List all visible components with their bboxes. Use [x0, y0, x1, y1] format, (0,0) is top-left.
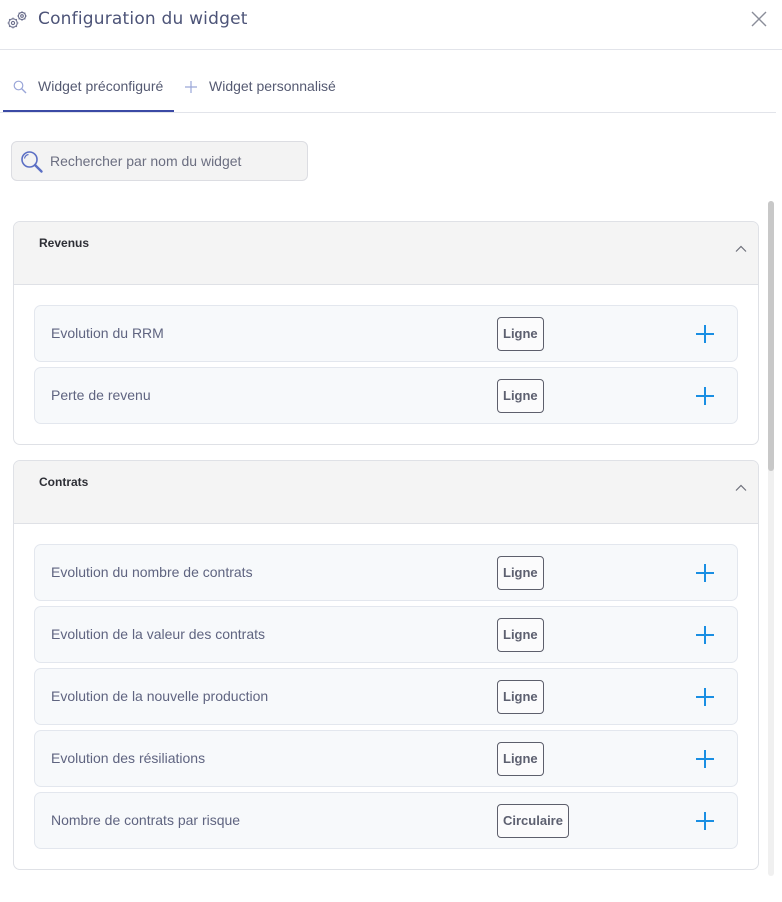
section-title: Contrats — [39, 475, 89, 489]
section-revenus: Revenus Evolution du RRM Ligne Perte de … — [13, 221, 759, 445]
widget-type-badge: Circulaire — [497, 804, 569, 838]
chevron-up-icon[interactable] — [734, 481, 748, 495]
gears-icon — [7, 11, 27, 29]
widget-type-badge: Ligne — [497, 618, 544, 652]
widget-name: Evolution de la nouvelle production — [51, 688, 269, 704]
list-item: Evolution des résiliations Ligne — [34, 730, 738, 787]
list-item: Nombre de contrats par risque Circulaire — [34, 792, 738, 849]
section-header[interactable]: Contrats — [14, 461, 758, 524]
tab-bar: Widget préconfiguré Widget personnalisé — [0, 50, 776, 113]
add-icon[interactable] — [693, 561, 717, 585]
list-item: Evolution de la nouvelle production Lign… — [34, 668, 738, 725]
section-title: Revenus — [39, 236, 90, 250]
plus-icon — [185, 81, 197, 93]
add-icon[interactable] — [693, 747, 717, 771]
search-box — [11, 141, 308, 181]
add-icon[interactable] — [693, 685, 717, 709]
widget-type-badge: Ligne — [497, 556, 544, 590]
add-icon[interactable] — [693, 384, 717, 408]
widget-type-badge: Ligne — [497, 680, 544, 714]
widget-name: Perte de revenu — [51, 387, 151, 403]
widget-type-badge: Ligne — [497, 317, 544, 351]
dialog-header: Configuration du widget — [0, 0, 782, 50]
tab-custom[interactable]: Widget personnalisé — [184, 78, 336, 112]
widget-type-badge: Ligne — [497, 742, 544, 776]
widget-name: Nombre de contrats par risque — [51, 812, 241, 828]
list-item: Evolution du RRM Ligne — [34, 305, 738, 362]
widget-name: Evolution de la valeur des contrats — [51, 626, 266, 642]
widget-type-badge: Ligne — [497, 379, 544, 413]
add-icon[interactable] — [693, 623, 717, 647]
scrollbar[interactable] — [768, 201, 774, 876]
list-item: Evolution de la valeur des contrats Lign… — [34, 606, 738, 663]
tab-preconfigured[interactable]: Widget préconfiguré — [3, 78, 174, 112]
widget-name: Evolution du nombre de contrats — [51, 564, 253, 580]
dialog-title: Configuration du widget — [38, 9, 248, 29]
tab-custom-label: Widget personnalisé — [209, 78, 336, 94]
section-header[interactable]: Revenus — [14, 222, 758, 285]
list-item: Perte de revenu Ligne — [34, 367, 738, 424]
scrollbar-thumb[interactable] — [768, 201, 774, 471]
chevron-up-icon[interactable] — [734, 242, 748, 256]
add-icon[interactable] — [693, 322, 717, 346]
list-item: Evolution du nombre de contrats Ligne — [34, 544, 738, 601]
add-icon[interactable] — [693, 809, 717, 833]
search-icon — [13, 80, 27, 94]
tab-preconfigured-label: Widget préconfiguré — [38, 78, 164, 94]
widget-name: Evolution du RRM — [51, 325, 164, 341]
widget-name: Evolution des résiliations — [51, 750, 206, 766]
close-icon[interactable] — [750, 10, 768, 28]
search-input[interactable] — [50, 142, 300, 180]
section-contrats: Contrats Evolution du nombre de contrats… — [13, 460, 759, 870]
search-icon — [21, 151, 43, 173]
